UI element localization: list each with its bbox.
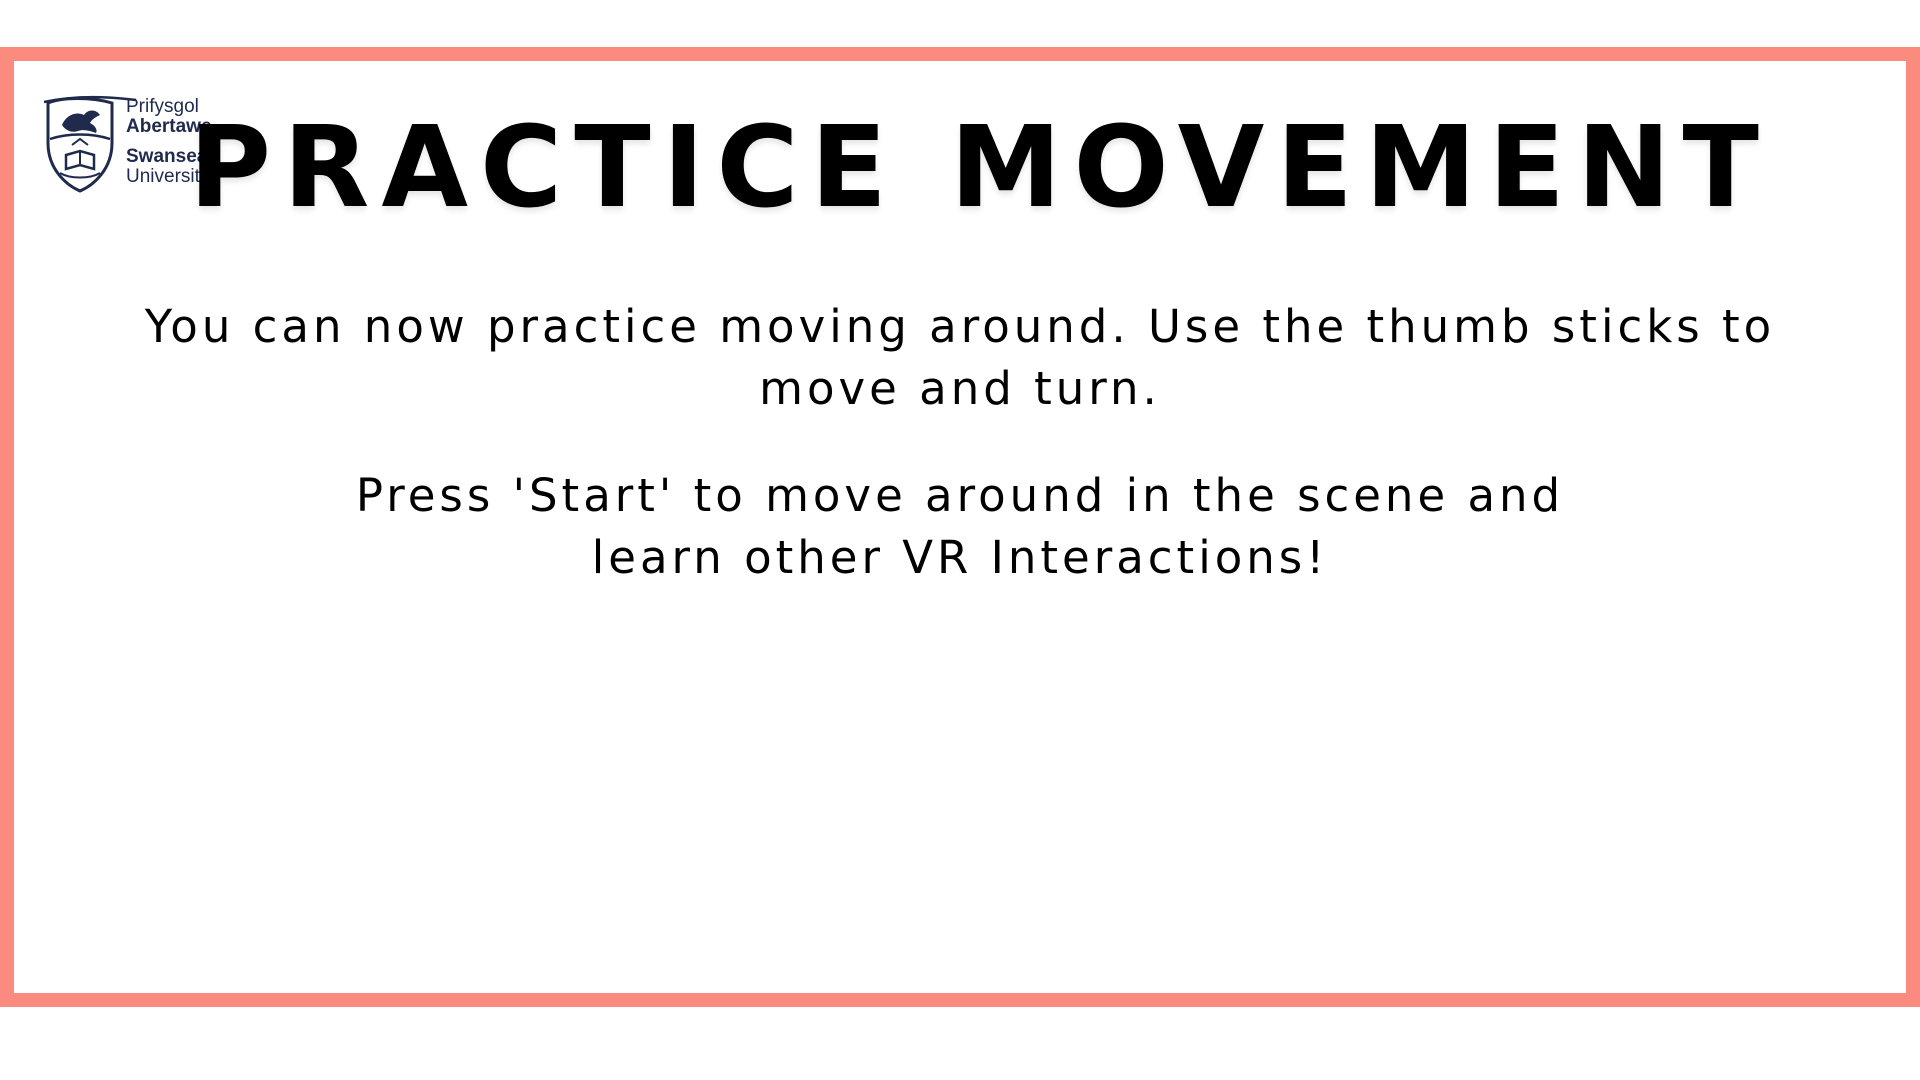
page-title: PRACTICE MOVEMENT [189, 103, 1771, 233]
instructions-line-1: You can now practice moving around. Use … [144, 300, 1776, 353]
logo-divider-swoosh [43, 95, 137, 104]
next-step-line-2: learn other VR Interactions! [591, 531, 1329, 584]
slide-page: Prifysgol Abertawe Swansea University PR… [0, 0, 1920, 1080]
instructions-line-2: move and turn. [759, 362, 1161, 415]
instructions-text: You can now practice moving around. Use … [0, 296, 1920, 420]
next-step-text: Press 'Start' to move around in the scen… [0, 465, 1920, 589]
next-step-line-1: Press 'Start' to move around in the scen… [355, 469, 1565, 522]
